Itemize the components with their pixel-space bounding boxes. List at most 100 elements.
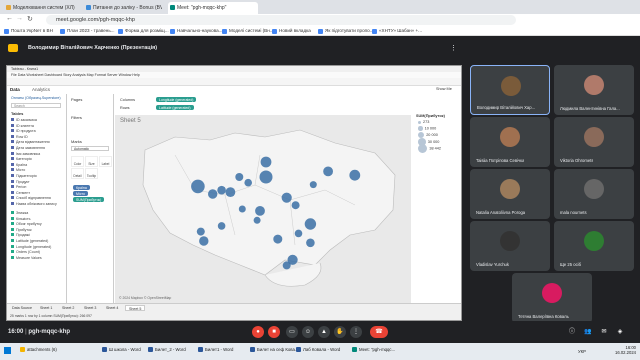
map-point[interactable] — [273, 234, 283, 244]
present-button[interactable]: ▲ — [318, 326, 330, 338]
browser-tab[interactable]: Моделювання систем (ХЛ) — [4, 2, 82, 14]
map-point[interactable] — [191, 179, 205, 194]
analytics-tab[interactable]: Analytics — [32, 87, 50, 92]
sheet-tab[interactable]: Data Source — [9, 305, 35, 311]
bookmark-item[interactable]: «ХНТУ» Шабан» +... — [372, 28, 422, 34]
measure-field[interactable]: Latitude (generated) — [11, 239, 48, 243]
dimension-field[interactable]: Місто — [11, 168, 25, 172]
map-point[interactable] — [291, 201, 300, 210]
measure-field[interactable]: Кількість — [11, 217, 31, 221]
bookmark-item[interactable]: План 2023 - травень... — [60, 28, 115, 34]
show-me-button[interactable]: Show Me — [436, 87, 452, 91]
chat-icon[interactable]: ✉ — [598, 326, 610, 338]
mic-off-button[interactable]: ● — [252, 326, 264, 338]
measure-field[interactable]: Measure Values — [11, 256, 42, 260]
back-icon[interactable]: ← — [6, 15, 13, 22]
more-options-button[interactable]: ⋮ — [350, 326, 362, 338]
dimension-field[interactable]: Row ID — [11, 135, 28, 139]
participant-tile[interactable]: Ще 25 осіб — [554, 221, 634, 271]
activities-icon[interactable]: ◈ — [614, 326, 626, 338]
map-point[interactable] — [208, 189, 218, 199]
sheet-tab[interactable]: Sheet 3 — [81, 305, 99, 311]
participant-tile[interactable]: mala nournets — [554, 169, 634, 219]
dimension-field[interactable]: Дата замовлення — [11, 146, 45, 150]
people-icon[interactable]: 👥 — [582, 326, 594, 338]
map-point[interactable] — [282, 261, 291, 270]
map-point[interactable] — [253, 216, 261, 224]
bookmark-item[interactable]: Новий вкладка — [272, 28, 311, 34]
sheet-tab[interactable]: Sheet 5 — [125, 305, 146, 311]
participant-tile[interactable]: Людмила Валентинівна Гала... — [554, 65, 634, 115]
participant-tile[interactable]: Володимир Віталійович Хар... — [470, 65, 550, 115]
map-point[interactable] — [349, 169, 361, 181]
map-point[interactable] — [281, 192, 292, 203]
dimension-field[interactable]: Спосіб відправлення — [11, 196, 51, 200]
bookmark-item[interactable]: Як підготувати пропо... — [318, 28, 374, 34]
participant-tile[interactable]: Taisiia Потріпова Севічка — [470, 117, 550, 167]
participant-tile[interactable]: Viktoria Ohromets — [554, 117, 634, 167]
map-point[interactable] — [306, 238, 315, 248]
dimension-field[interactable]: Продукт — [11, 180, 30, 184]
marks-button[interactable]: Size — [85, 156, 98, 167]
map-view[interactable]: © 2024 Mapbox © OpenStreetMap — [115, 115, 411, 303]
data-tab[interactable]: Data — [10, 87, 20, 92]
dimension-field[interactable]: Країна — [11, 163, 27, 167]
browser-tab[interactable]: Питання до заліку - Bonus (BV-ch) — [84, 2, 162, 14]
map-point[interactable] — [323, 166, 333, 177]
forward-icon[interactable]: → — [16, 15, 23, 22]
taskbar-item[interactable]: Билет на сеф Кова... — [250, 347, 298, 352]
map-point[interactable] — [225, 187, 236, 197]
marks-button[interactable]: Label — [99, 156, 112, 167]
participant-tile[interactable]: Vladislav Yurchuk — [470, 221, 550, 271]
tray-lang[interactable]: УКР — [578, 349, 586, 354]
dimension-field[interactable]: Імя замовника — [11, 152, 40, 156]
field-search[interactable]: Search — [11, 103, 61, 108]
dimension-field[interactable]: Дата відвантаження — [11, 140, 50, 144]
marks-pill[interactable]: Місто — [73, 191, 88, 196]
map-point[interactable] — [196, 227, 205, 236]
measure-field[interactable]: Прибуток — [11, 228, 32, 232]
map-point[interactable] — [217, 185, 226, 195]
marks-button[interactable]: Tooltip — [85, 168, 98, 179]
marks-pill[interactable]: SUM(Прибуток) — [73, 197, 105, 202]
dimension-field[interactable]: Сегмент — [11, 191, 30, 195]
measure-field[interactable]: Знижка — [11, 211, 28, 215]
taskbar-item[interactable]: Ш школа - Word — [102, 347, 141, 352]
raise-hand-button[interactable]: ✋ — [334, 326, 346, 338]
map-point[interactable] — [309, 181, 317, 189]
dimension-field[interactable]: Категорія — [11, 157, 32, 161]
dimension-field[interactable]: Підкатегорія — [11, 174, 37, 178]
sheet-tab[interactable]: Sheet 4 — [103, 305, 121, 311]
map-point[interactable] — [235, 173, 244, 181]
emoji-button[interactable]: ☺ — [302, 326, 314, 338]
taskbar-item[interactable]: Лаб Ковала - Word — [296, 347, 340, 352]
camera-off-button[interactable]: ■ — [268, 326, 280, 338]
info-icon[interactable]: ⓘ — [566, 326, 578, 338]
sheet-tab[interactable]: Sheet 2 — [59, 305, 77, 311]
map-point[interactable] — [260, 156, 272, 168]
datasource-name[interactable]: Оплаты (Образец-Superstore) — [11, 96, 61, 100]
map-point[interactable] — [199, 236, 209, 246]
map-point[interactable] — [238, 205, 246, 213]
dimension-field[interactable]: ID клиента — [11, 124, 34, 128]
map-point[interactable] — [294, 229, 303, 238]
measure-field[interactable]: Orders (Count) — [11, 250, 40, 254]
bookmark-item[interactable]: Форма для розміщ... — [118, 28, 169, 34]
map-point[interactable] — [244, 178, 252, 187]
rows-pill[interactable]: Latitude (generated) — [156, 105, 194, 110]
columns-pill[interactable]: Longitude (generated) — [156, 97, 197, 102]
dimension-field[interactable]: Назва облікового запису — [11, 202, 57, 206]
dimension-field[interactable]: ID заказчика — [11, 118, 37, 122]
participant-tile[interactable]: Natalia Anatoliivna Poroga — [470, 169, 550, 219]
measure-field[interactable]: Обсяг прибутку — [11, 222, 42, 226]
taskbar-item[interactable]: attachments (6) — [20, 347, 57, 352]
captions-button[interactable]: ▭ — [286, 326, 298, 338]
participant-tile[interactable]: Тетяна Валеріївна Коваль — [512, 273, 592, 323]
marks-button[interactable]: Color — [71, 156, 84, 167]
start-icon[interactable] — [4, 347, 11, 354]
map-point[interactable] — [217, 222, 226, 230]
sheet-tab[interactable]: Sheet 1 — [37, 305, 55, 311]
marks-type-select[interactable]: Automatic — [71, 146, 109, 151]
marks-pill[interactable]: Країна — [73, 185, 90, 190]
marks-button[interactable]: Detail — [71, 168, 84, 179]
